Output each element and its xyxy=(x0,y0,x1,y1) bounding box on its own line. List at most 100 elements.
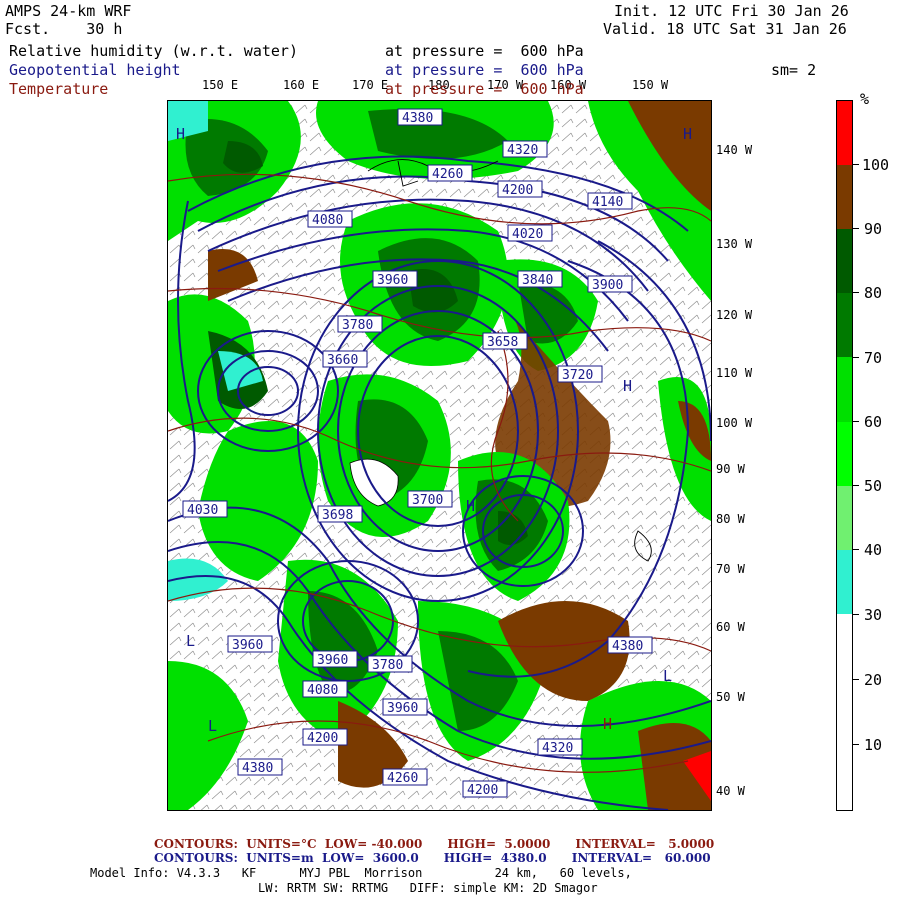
svg-text:3780: 3780 xyxy=(372,658,403,673)
svg-text:3658: 3658 xyxy=(487,335,518,350)
height-label: 3780 xyxy=(337,315,383,333)
colorbar-label: 20 xyxy=(864,671,883,689)
high-marker: H xyxy=(623,377,632,395)
svg-text:3900: 3900 xyxy=(592,278,623,293)
svg-text:4260: 4260 xyxy=(387,771,418,786)
weather-map: 4380 4320 4260 4200 4140 4080 4020 3960 xyxy=(167,100,712,811)
lon-label: 160 E xyxy=(283,78,320,92)
svg-text:3960: 3960 xyxy=(317,653,348,668)
colorbar-label: 100 xyxy=(862,156,890,174)
colorbar-label: 70 xyxy=(864,349,883,367)
lat-label: 90 W xyxy=(716,462,745,476)
height-label: 3698 xyxy=(317,505,363,523)
high-marker: H xyxy=(683,125,692,143)
colorbar-segment-70 xyxy=(837,293,852,357)
colorbar-unit: % xyxy=(860,90,870,108)
colorbar-tick xyxy=(852,164,859,165)
svg-text:3698: 3698 xyxy=(322,508,353,523)
model-title: AMPS 24-km WRF xyxy=(5,2,132,20)
svg-text:4260: 4260 xyxy=(432,167,463,182)
lon-label: 150 W xyxy=(632,78,669,92)
forecast-hour: Fcst. 30 h xyxy=(5,20,123,38)
height-label: 4080 xyxy=(307,210,353,228)
lat-label: 120 W xyxy=(716,308,753,322)
height-label: 3720 xyxy=(557,365,603,383)
high-marker: H xyxy=(603,715,612,733)
svg-text:4030: 4030 xyxy=(187,503,218,518)
colorbar-segment-40 xyxy=(837,486,852,550)
svg-text:3960: 3960 xyxy=(232,638,263,653)
svg-text:4200: 4200 xyxy=(502,183,533,198)
svg-text:4380: 4380 xyxy=(402,111,433,126)
colorbar-segment-80 xyxy=(837,229,852,293)
height-label: 3660 xyxy=(322,350,368,368)
lat-label: 50 W xyxy=(716,690,745,704)
height-label: 3960 xyxy=(312,650,358,668)
height-label: 3840 xyxy=(517,270,563,288)
colorbar-segment-90 xyxy=(837,165,852,229)
temperature-contour-info: CONTOURS: UNITS=°C LOW= -40.000 HIGH= 5.… xyxy=(154,837,715,851)
field-temp-pressure: at pressure = 600 hPa xyxy=(385,80,584,98)
field-rh-name: Relative humidity (w.r.t. water) xyxy=(9,42,298,60)
height-label: 4320 xyxy=(502,140,548,158)
colorbar xyxy=(836,100,853,811)
svg-text:4080: 4080 xyxy=(312,213,343,228)
colorbar-label: 60 xyxy=(864,413,883,431)
height-label: 4200 xyxy=(462,780,508,798)
colorbar-tick xyxy=(852,421,859,422)
colorbar-segment-100 xyxy=(837,101,852,165)
height-label: 4200 xyxy=(497,180,543,198)
svg-text:3700: 3700 xyxy=(412,493,443,508)
svg-text:3780: 3780 xyxy=(342,318,373,333)
svg-text:3720: 3720 xyxy=(562,368,593,383)
colorbar-label: 90 xyxy=(864,220,883,238)
colorbar-tick xyxy=(852,228,859,229)
svg-text:3960: 3960 xyxy=(387,701,418,716)
colorbar-label: 10 xyxy=(864,736,883,754)
low-marker: L xyxy=(663,667,672,685)
height-label: 4140 xyxy=(587,192,633,210)
colorbar-segment-low xyxy=(837,614,852,810)
lon-label: 170 E xyxy=(352,78,389,92)
height-label: 3960 xyxy=(372,270,418,288)
map-canvas: 4380 4320 4260 4200 4140 4080 4020 3960 xyxy=(168,101,711,810)
height-label: 4260 xyxy=(427,164,473,182)
svg-text:3840: 3840 xyxy=(522,273,553,288)
colorbar-label: 40 xyxy=(864,541,883,559)
height-label: 4080 xyxy=(302,680,348,698)
colorbar-tick xyxy=(852,357,859,358)
colorbar-tick xyxy=(852,292,859,293)
colorbar-label: 30 xyxy=(864,606,883,624)
colorbar-segment-30 xyxy=(837,550,852,614)
lat-label: 110 W xyxy=(716,366,753,380)
svg-text:4380: 4380 xyxy=(242,761,273,776)
height-label: 3780 xyxy=(367,655,413,673)
lat-label: 140 W xyxy=(716,143,753,157)
colorbar-label: 50 xyxy=(864,477,883,495)
init-time: Init. 12 UTC Fri 30 Jan 26 xyxy=(614,2,849,20)
lat-label: 100 W xyxy=(716,416,753,430)
svg-text:3660: 3660 xyxy=(327,353,358,368)
valid-time: Valid. 18 UTC Sat 31 Jan 26 xyxy=(603,20,847,38)
lat-label: 130 W xyxy=(716,237,753,251)
height-label: 3960 xyxy=(382,698,428,716)
height-label: 3900 xyxy=(587,275,633,293)
svg-text:4020: 4020 xyxy=(512,227,543,242)
lat-label: 40 W xyxy=(716,784,745,798)
colorbar-label: 80 xyxy=(864,284,883,302)
height-label: 4320 xyxy=(537,738,583,756)
field-height-name: Geopotential height xyxy=(9,61,181,79)
colorbar-tick xyxy=(852,614,859,615)
svg-text:4200: 4200 xyxy=(307,731,338,746)
svg-text:4320: 4320 xyxy=(507,143,538,158)
height-label: 3658 xyxy=(482,332,528,350)
field-temp-name: Temperature xyxy=(9,80,109,98)
height-label: 4030 xyxy=(182,500,228,518)
height-label: 4200 xyxy=(302,728,348,746)
colorbar-tick xyxy=(852,744,859,745)
height-label: 4260 xyxy=(382,768,428,786)
lat-label: 70 W xyxy=(716,562,745,576)
high-marker: H xyxy=(176,125,185,143)
field-rh-pressure: at pressure = 600 hPa xyxy=(385,42,584,60)
svg-text:4200: 4200 xyxy=(467,783,498,798)
